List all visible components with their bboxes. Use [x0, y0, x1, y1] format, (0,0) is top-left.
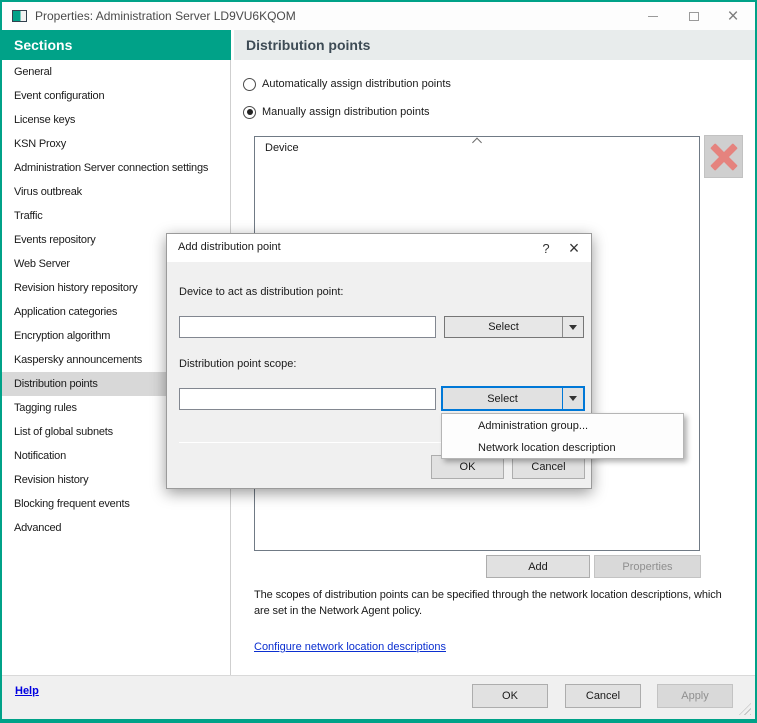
radio-automatically-assign[interactable]: Automatically assign distribution points	[243, 76, 451, 92]
sort-ascending-icon	[472, 138, 482, 148]
radio-automatically-assign-label: Automatically assign distribution points	[262, 78, 451, 90]
radio-manually-assign-label: Manually assign distribution points	[262, 106, 430, 118]
chevron-down-icon	[569, 396, 577, 401]
dialog-close-button[interactable]: ×	[557, 234, 591, 262]
sidebar-item-general[interactable]: General	[2, 60, 230, 84]
device-column-header[interactable]: Device	[255, 137, 699, 159]
configure-network-locations-link[interactable]: Configure network location descriptions	[254, 641, 446, 653]
sidebar-item-license-keys[interactable]: License keys	[2, 108, 230, 132]
scope-input[interactable]	[179, 388, 436, 410]
scope-select-label: Select	[443, 388, 562, 409]
device-select-button[interactable]: Select	[444, 316, 584, 338]
device-field-label: Device to act as distribution point:	[179, 286, 343, 298]
scope-select-button[interactable]: Select	[441, 386, 585, 411]
radio-manually-assign[interactable]: Manually assign distribution points	[243, 104, 430, 120]
scope-field-label: Distribution point scope:	[179, 358, 296, 370]
sidebar-item-advanced[interactable]: Advanced	[2, 516, 230, 540]
sections-header: Sections	[2, 30, 231, 60]
chevron-down-icon	[569, 325, 577, 330]
sidebar-item-event-configuration[interactable]: Event configuration	[2, 84, 230, 108]
window-title: Properties: Administration Server LD9VU6…	[35, 9, 296, 23]
resize-grip[interactable]	[739, 703, 751, 715]
dialog-title-bar: Add distribution point ? ×	[167, 234, 591, 262]
help-link[interactable]: Help	[15, 685, 39, 697]
menu-item-network-location-description[interactable]: Network location description	[442, 437, 683, 459]
maximize-icon	[689, 12, 699, 21]
apply-button: Apply	[657, 684, 733, 708]
minimize-icon	[648, 16, 658, 17]
sidebar-item-admin-server-connection-settings[interactable]: Administration Server connection setting…	[2, 156, 230, 180]
device-select-dropdown[interactable]	[562, 317, 583, 337]
minimize-button[interactable]	[633, 2, 673, 30]
ok-button[interactable]: OK	[472, 684, 548, 708]
page-title: Distribution points	[234, 30, 755, 60]
remove-device-button[interactable]	[704, 135, 743, 178]
sidebar-item-virus-outbreak[interactable]: Virus outbreak	[2, 180, 230, 204]
maximize-button[interactable]	[674, 2, 714, 30]
close-button[interactable]: ×	[713, 2, 753, 30]
sidebar-item-traffic[interactable]: Traffic	[2, 204, 230, 228]
radio-checked-icon	[243, 106, 256, 119]
delete-x-icon	[705, 136, 742, 177]
dialog-title: Add distribution point	[178, 241, 281, 253]
radio-unchecked-icon	[243, 78, 256, 91]
properties-window: Properties: Administration Server LD9VU6…	[0, 0, 757, 723]
scope-select-dropdown[interactable]	[562, 388, 583, 409]
menu-item-administration-group[interactable]: Administration group...	[442, 415, 683, 437]
device-input[interactable]	[179, 316, 436, 338]
title-bar: Properties: Administration Server LD9VU6…	[2, 2, 755, 30]
properties-button: Properties	[594, 555, 701, 578]
close-icon: ×	[727, 7, 738, 26]
scope-info-text: The scopes of distribution points can be…	[254, 587, 732, 619]
sidebar-item-ksn-proxy[interactable]: KSN Proxy	[2, 132, 230, 156]
app-icon	[12, 10, 27, 22]
footer-bar: Help OK Cancel Apply	[2, 675, 755, 719]
add-button[interactable]: Add	[486, 555, 590, 578]
sidebar-item-blocking-frequent-events[interactable]: Blocking frequent events	[2, 492, 230, 516]
cancel-button[interactable]: Cancel	[565, 684, 641, 708]
scope-select-menu: Administration group... Network location…	[441, 413, 684, 459]
device-select-label: Select	[445, 317, 562, 337]
